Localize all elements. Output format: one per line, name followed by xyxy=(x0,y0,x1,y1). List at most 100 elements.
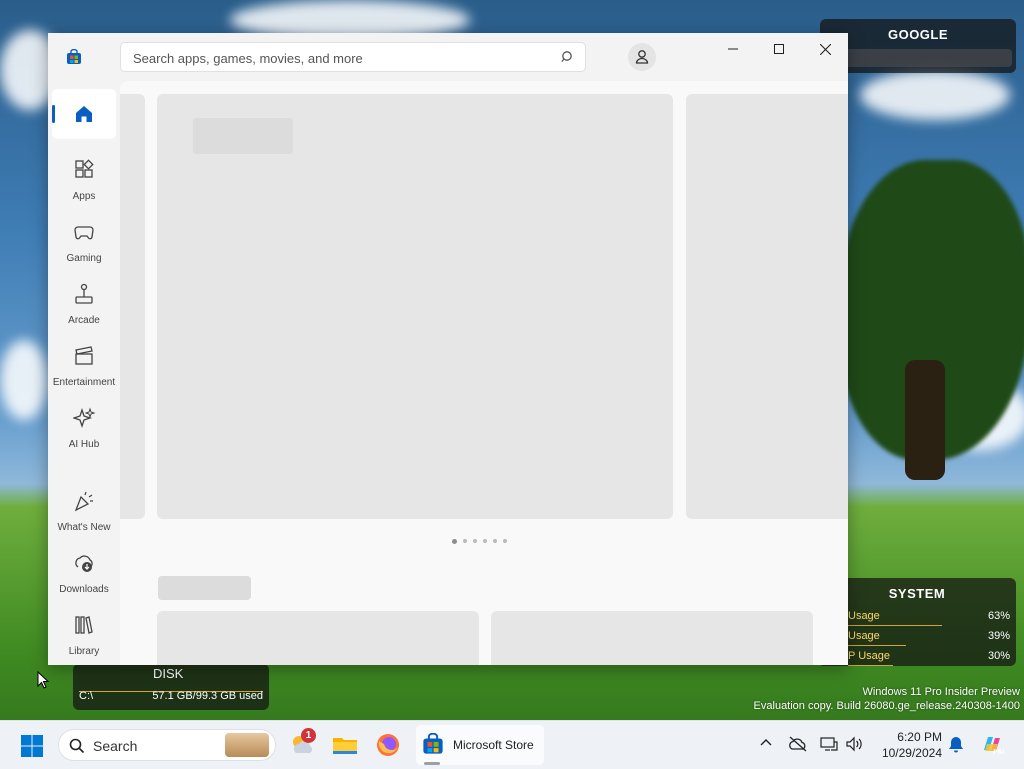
carousel-prev-card[interactable] xyxy=(120,94,145,519)
nav-label: What's New xyxy=(57,522,111,533)
account-button[interactable] xyxy=(628,43,656,71)
joystick-icon xyxy=(75,283,93,304)
search-highlight-image xyxy=(225,733,269,757)
taskbar-search-label: Search xyxy=(93,738,138,754)
svg-text:PRE: PRE xyxy=(993,749,1004,756)
store-content xyxy=(120,81,848,665)
taskbar: Search 1 Microsoft Store 6:20 PM 10/29/2… xyxy=(0,720,1024,769)
clock-time: 6:20 PM xyxy=(897,730,942,744)
system-row: P Usage 30% xyxy=(822,650,1012,668)
chevron-up-icon[interactable] xyxy=(759,736,773,750)
firefox-icon[interactable] xyxy=(374,731,402,759)
library-icon xyxy=(75,616,93,634)
google-widget-search[interactable]: ch... xyxy=(824,49,1012,67)
minimize-button[interactable] xyxy=(710,33,756,65)
google-widget[interactable]: GOOGLE ch... xyxy=(820,19,1016,73)
watermark-line: Evaluation copy. Build 26080.ge_release.… xyxy=(753,700,1020,712)
system-row-value: 30% xyxy=(987,650,1010,662)
close-button[interactable] xyxy=(802,33,848,65)
carousel-dot[interactable] xyxy=(473,539,477,543)
widgets-badge: 1 xyxy=(301,728,316,743)
system-row: Usage 39% xyxy=(822,630,1012,648)
speaker-icon[interactable] xyxy=(845,736,863,752)
maximize-icon xyxy=(774,44,784,54)
nav-label: Gaming xyxy=(66,253,102,264)
hero-title-placeholder xyxy=(193,118,293,154)
carousel-dot[interactable] xyxy=(493,539,497,543)
active-indicator xyxy=(52,105,55,123)
onedrive-offline-icon[interactable] xyxy=(788,736,808,752)
nav-whats-new[interactable]: What's New xyxy=(52,484,116,542)
system-row-value: 39% xyxy=(987,630,1010,642)
store-search-box[interactable] xyxy=(120,42,586,72)
nav-label: Arcade xyxy=(68,315,100,326)
system-row-value: 63% xyxy=(987,610,1010,622)
windows-start-icon[interactable] xyxy=(20,734,44,758)
mouse-cursor-icon xyxy=(37,671,49,689)
clock-date: 10/29/2024 xyxy=(881,746,942,760)
search-icon[interactable] xyxy=(561,50,575,64)
user-icon xyxy=(635,50,649,64)
copilot-icon[interactable]: PRE xyxy=(980,732,1004,756)
evaluation-watermark: Windows 11 Pro Insider Preview Evaluatio… xyxy=(754,685,1020,713)
party-popper-icon xyxy=(74,491,93,512)
carousel-pager[interactable] xyxy=(452,538,507,544)
nav-ai-hub[interactable]: AI Hub xyxy=(52,401,116,459)
google-widget-title: GOOGLE xyxy=(887,27,949,42)
carousel-hero-card[interactable] xyxy=(157,94,673,519)
carousel-next-card[interactable] xyxy=(686,94,848,519)
running-indicator xyxy=(424,762,440,765)
downloads-icon xyxy=(75,555,93,572)
minimize-icon xyxy=(728,48,738,50)
disk-widget-title: DISK xyxy=(153,666,184,681)
search-icon xyxy=(69,738,85,754)
store-app-icon xyxy=(423,733,443,754)
maximize-button[interactable] xyxy=(756,33,802,65)
carousel-dot[interactable] xyxy=(463,539,467,543)
system-row-bar xyxy=(848,665,893,666)
system-row: Usage 63% xyxy=(822,610,1012,628)
system-row-label: P Usage xyxy=(848,650,890,662)
store-sidebar: Apps Gaming Arcade Entertainment AI Hub … xyxy=(48,81,120,665)
network-icon[interactable] xyxy=(820,736,838,752)
nav-apps[interactable]: Apps xyxy=(52,153,116,211)
disk-usage-line: C:\ 57.1 GB/99.3 GB used xyxy=(79,690,263,702)
clapperboard-icon xyxy=(75,346,93,365)
carousel-dot[interactable] xyxy=(503,539,507,543)
taskbar-store-label: Microsoft Store xyxy=(453,738,534,752)
nav-label: Entertainment xyxy=(52,377,116,388)
file-explorer-icon[interactable] xyxy=(331,731,359,759)
section-card-placeholder[interactable] xyxy=(157,611,479,665)
carousel-dot[interactable] xyxy=(452,538,457,544)
system-row-bar xyxy=(848,625,942,626)
section-card-placeholder[interactable] xyxy=(491,611,813,665)
disk-drive: C:\ xyxy=(79,690,94,702)
store-search-input[interactable] xyxy=(131,47,555,69)
system-row-bar xyxy=(848,645,906,646)
nav-downloads[interactable]: Downloads xyxy=(52,546,116,604)
watermark-line: Windows 11 Pro Insider Preview xyxy=(862,686,1020,698)
system-row-label: Usage xyxy=(848,610,880,622)
taskbar-microsoft-store[interactable]: Microsoft Store xyxy=(416,725,544,765)
taskbar-search[interactable]: Search xyxy=(58,729,276,761)
gamepad-icon xyxy=(74,226,94,240)
sparkle-icon xyxy=(73,407,95,429)
system-row-label: Usage xyxy=(848,630,880,642)
nav-entertainment[interactable]: Entertainment xyxy=(52,339,116,397)
notification-bell-icon[interactable] xyxy=(948,735,964,753)
taskbar-clock[interactable]: 6:20 PM 10/29/2024 xyxy=(862,729,942,761)
disk-widget: DISK C:\ 57.1 GB/99.3 GB used xyxy=(73,664,269,710)
home-icon xyxy=(76,106,92,122)
section-title-placeholder xyxy=(158,576,251,600)
nav-gaming[interactable]: Gaming xyxy=(52,215,116,273)
carousel-dot[interactable] xyxy=(483,539,487,543)
store-window[interactable]: Apps Gaming Arcade Entertainment xyxy=(48,33,848,665)
title-bar[interactable] xyxy=(48,33,848,81)
nav-arcade[interactable]: Arcade xyxy=(52,277,116,335)
nav-home[interactable] xyxy=(52,89,116,139)
apps-icon xyxy=(75,159,94,178)
nav-library[interactable]: Library xyxy=(52,608,116,665)
nav-label: AI Hub xyxy=(68,439,100,450)
store-logo-icon xyxy=(67,49,81,64)
disk-used: 57.1 GB/99.3 GB used xyxy=(152,690,263,702)
